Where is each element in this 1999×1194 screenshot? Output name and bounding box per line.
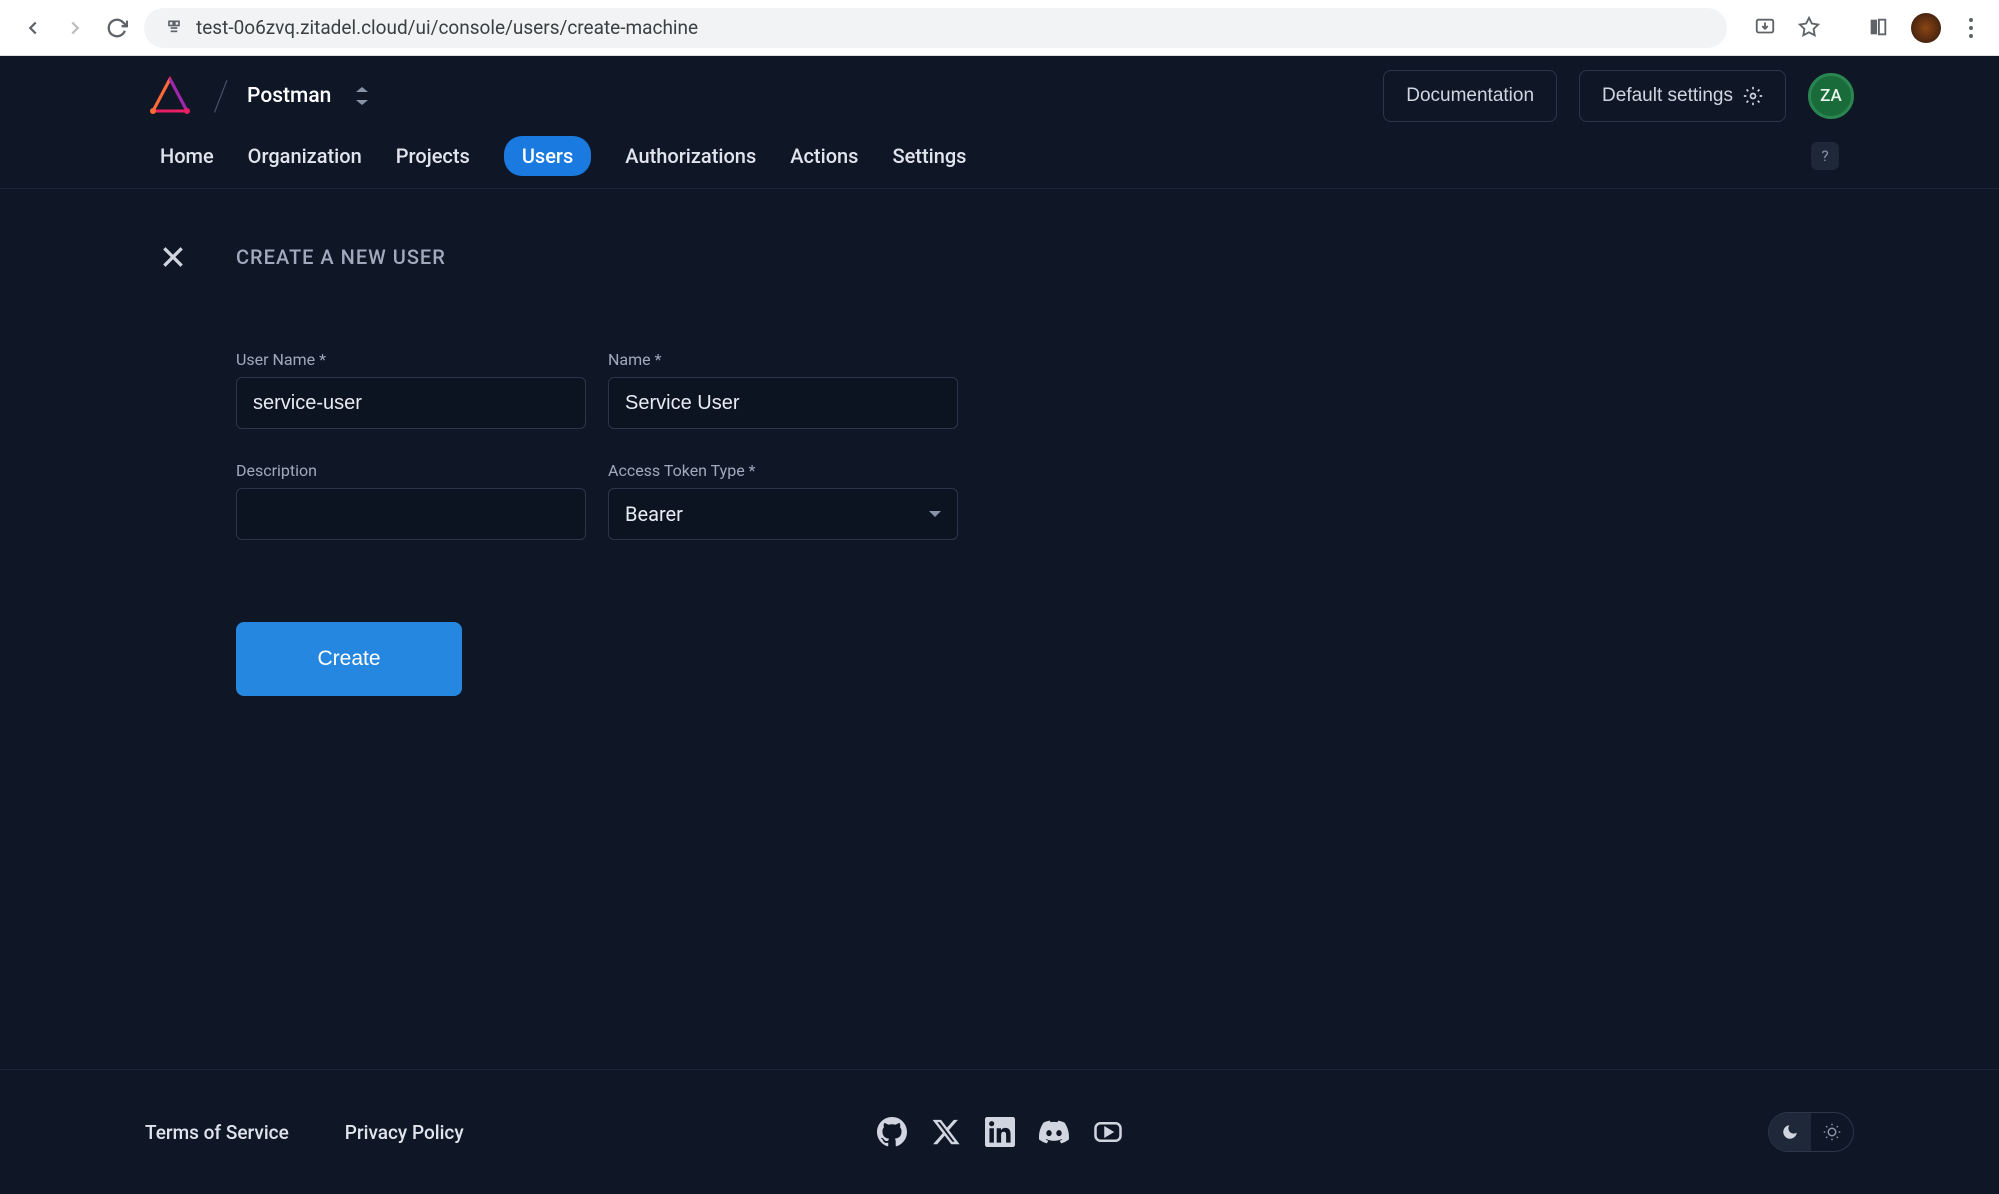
page-title: CREATE A NEW USER <box>236 245 446 269</box>
create-user-form: User Name * Name * Description Access To… <box>160 350 1839 696</box>
terms-link[interactable]: Terms of Service <box>145 1121 289 1144</box>
tab-authorizations[interactable]: Authorizations <box>625 136 756 176</box>
tab-home[interactable]: Home <box>160 136 214 176</box>
description-label: Description <box>236 461 586 480</box>
create-button[interactable]: Create <box>236 622 462 696</box>
avatar-initials: ZA <box>1820 86 1842 106</box>
github-icon[interactable] <box>877 1117 907 1147</box>
default-settings-button[interactable]: Default settings <box>1579 70 1786 122</box>
browser-forward-button[interactable] <box>60 13 90 43</box>
tab-actions[interactable]: Actions <box>790 136 858 176</box>
username-input[interactable] <box>236 377 586 429</box>
user-avatar[interactable]: ZA <box>1808 73 1854 119</box>
browser-profile-avatar[interactable] <box>1911 13 1941 43</box>
app-root: / Postman Documentation Default settings <box>0 56 1999 1194</box>
token-type-label: Access Token Type * <box>608 461 958 480</box>
main-content: CREATE A NEW USER User Name * Name * Des… <box>0 189 1999 1069</box>
browser-reload-button[interactable] <box>102 13 132 43</box>
token-type-value: Bearer <box>625 502 683 526</box>
theme-dark-option[interactable] <box>1769 1113 1811 1151</box>
linkedin-icon[interactable] <box>985 1117 1015 1147</box>
default-settings-label: Default settings <box>1602 85 1733 107</box>
footer: Terms of Service Privacy Policy <box>0 1069 1999 1194</box>
browser-url-text: test-0o6zvq.zitadel.cloud/ui/console/use… <box>196 16 698 39</box>
x-twitter-icon[interactable] <box>931 1117 961 1147</box>
breadcrumb-divider: / <box>213 72 229 121</box>
site-info-icon[interactable] <box>164 18 184 38</box>
install-app-icon[interactable] <box>1754 16 1778 40</box>
theme-toggle <box>1768 1112 1854 1152</box>
tab-settings[interactable]: Settings <box>892 136 966 176</box>
token-type-select[interactable]: Bearer <box>608 488 958 540</box>
description-input[interactable] <box>236 488 586 540</box>
close-icon[interactable] <box>160 244 186 270</box>
org-selector[interactable]: Postman <box>247 84 369 108</box>
browser-chrome: test-0o6zvq.zitadel.cloud/ui/console/use… <box>0 0 1999 56</box>
theme-light-option[interactable] <box>1811 1113 1853 1151</box>
chevron-down-icon <box>929 511 941 517</box>
bookmark-star-icon[interactable] <box>1798 16 1822 40</box>
browser-menu-icon[interactable] <box>1961 18 1981 38</box>
youtube-icon[interactable] <box>1093 1117 1123 1147</box>
privacy-link[interactable]: Privacy Policy <box>345 1121 464 1144</box>
name-input[interactable] <box>608 377 958 429</box>
browser-actions <box>1754 13 1981 43</box>
name-label: Name * <box>608 350 958 369</box>
help-button[interactable]: ? <box>1811 142 1839 170</box>
documentation-button[interactable]: Documentation <box>1383 70 1557 122</box>
username-label: User Name * <box>236 350 586 369</box>
browser-url-bar[interactable]: test-0o6zvq.zitadel.cloud/ui/console/use… <box>144 8 1727 48</box>
tab-users[interactable]: Users <box>504 136 591 176</box>
extensions-icon[interactable] <box>1867 16 1891 40</box>
nav-tabs: Home Organization Projects Users Authori… <box>0 136 1999 188</box>
discord-icon[interactable] <box>1039 1117 1069 1147</box>
app-header: / Postman Documentation Default settings <box>0 56 1999 189</box>
org-name: Postman <box>247 84 331 108</box>
tab-projects[interactable]: Projects <box>396 136 470 176</box>
zitadel-logo[interactable] <box>145 71 195 121</box>
unfold-icon <box>355 87 369 105</box>
browser-back-button[interactable] <box>18 13 48 43</box>
tab-organization[interactable]: Organization <box>248 136 362 176</box>
gear-icon <box>1743 86 1763 106</box>
documentation-label: Documentation <box>1406 85 1534 107</box>
